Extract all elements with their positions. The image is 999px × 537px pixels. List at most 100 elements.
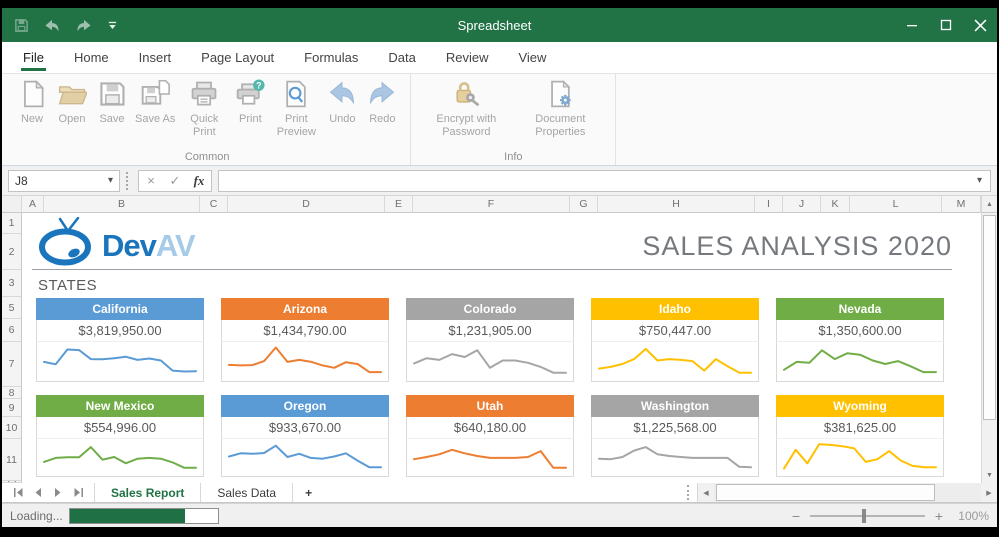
zoom-control: − + 100% xyxy=(790,508,989,524)
ribbon-open-button[interactable]: Open xyxy=(55,79,89,126)
column-header-k[interactable]: K xyxy=(821,196,850,213)
scroll-up-icon[interactable]: ▲ xyxy=(981,196,997,213)
select-all-corner[interactable] xyxy=(2,196,22,213)
row-header-11[interactable]: 11 xyxy=(2,439,22,481)
row-header-6[interactable]: 6 xyxy=(2,319,22,342)
horizontal-scrollbar-thumb[interactable] xyxy=(716,484,935,501)
previous-sheet-button[interactable] xyxy=(30,486,46,500)
tab-scroll-splitter[interactable] xyxy=(687,485,695,500)
close-button[interactable] xyxy=(963,8,997,42)
state-card-title: Oregon xyxy=(221,395,389,417)
column-header-j[interactable]: J xyxy=(783,196,821,213)
sparkline-chart xyxy=(222,342,388,381)
zoom-slider-handle[interactable] xyxy=(862,509,866,523)
quick-save-icon[interactable] xyxy=(14,18,29,33)
ribbon-tab-strip: FileHomeInsertPage LayoutFormulasDataRev… xyxy=(2,42,997,74)
scroll-right-icon[interactable]: ▶ xyxy=(981,483,997,502)
column-header-a[interactable]: A xyxy=(22,196,44,213)
last-sheet-button[interactable] xyxy=(70,486,86,500)
vertical-scrollbar[interactable]: ▼ xyxy=(981,213,997,483)
horizontal-scrollbar[interactable]: ◀ ▶ xyxy=(697,483,997,502)
menu-tab-review[interactable]: Review xyxy=(431,42,504,73)
minimize-button[interactable] xyxy=(895,8,929,42)
column-header-m[interactable]: M xyxy=(942,196,981,213)
row-header-5[interactable]: 5 xyxy=(2,297,22,319)
row-header-9[interactable]: 9 xyxy=(2,399,22,417)
ribbon-save-as-button[interactable]: Save As xyxy=(135,79,175,126)
column-header-d[interactable]: D xyxy=(228,196,385,213)
row-header-3[interactable]: 3 xyxy=(2,270,22,297)
name-box[interactable]: J8 ▾ xyxy=(8,170,120,192)
row-header-1[interactable]: 1 xyxy=(2,213,22,234)
quick-redo-icon[interactable] xyxy=(75,18,93,33)
sparkline-chart xyxy=(407,342,573,381)
title-bar[interactable]: Spreadsheet xyxy=(2,8,997,42)
section-label: STATES xyxy=(38,277,97,294)
column-header-l[interactable]: L xyxy=(850,196,942,213)
sheet-tab-sales-data[interactable]: Sales Data xyxy=(201,483,293,502)
ribbon-group-common: NewOpenSaveSave AsQuick Print?PrintPrint… xyxy=(4,74,411,165)
horizontal-scroll-track[interactable] xyxy=(714,483,981,502)
ribbon-save-button[interactable]: Save xyxy=(95,79,129,126)
vertical-scrollbar-thumb[interactable] xyxy=(983,215,996,420)
ribbon-quick-print-button[interactable]: Quick Print xyxy=(181,79,227,138)
scroll-left-icon[interactable]: ◀ xyxy=(698,483,714,502)
insert-function-button[interactable]: fx xyxy=(187,173,211,189)
ribbon-encrypt-with-password-button[interactable]: Encrypt with Password xyxy=(422,79,510,138)
ribbon-document-properties-button[interactable]: Document Properties xyxy=(516,79,604,138)
menu-tab-insert[interactable]: Insert xyxy=(124,42,187,73)
ribbon-print-button[interactable]: ?Print xyxy=(233,79,267,126)
add-sheet-button[interactable]: + xyxy=(293,483,324,502)
ribbon-print-preview-button[interactable]: Print Preview xyxy=(273,79,319,138)
formula-input[interactable]: ▾ xyxy=(218,170,991,192)
ribbon-new-button[interactable]: New xyxy=(15,79,49,126)
menu-tab-data[interactable]: Data xyxy=(373,42,430,73)
maximize-button[interactable] xyxy=(929,8,963,42)
state-card-sparkline xyxy=(36,439,204,477)
formula-bar-splitter[interactable] xyxy=(126,172,132,190)
customize-toolbar-dropdown-icon[interactable] xyxy=(107,20,118,31)
column-header-c[interactable]: C xyxy=(200,196,228,213)
scroll-down-icon[interactable]: ▼ xyxy=(982,467,997,483)
zoom-out-button[interactable]: − xyxy=(790,508,802,524)
state-card-value: $640,180.00 xyxy=(406,417,574,439)
window-title: Spreadsheet xyxy=(132,18,857,33)
row-header-7[interactable]: 7 xyxy=(2,342,22,387)
ribbon-encrypt-with-password-label: Encrypt with Password xyxy=(422,113,510,138)
sheet-canvas[interactable]: DevAV SALES ANALYSIS 2020 STATES Califor… xyxy=(22,213,981,483)
column-header-e[interactable]: E xyxy=(385,196,413,213)
namebox-dropdown-icon[interactable]: ▾ xyxy=(108,175,113,186)
state-card-sparkline xyxy=(591,439,759,477)
sparkline-chart xyxy=(222,439,388,476)
formula-expand-icon[interactable]: ▾ xyxy=(977,175,982,186)
column-header-g[interactable]: G xyxy=(570,196,598,213)
next-sheet-button[interactable] xyxy=(50,486,66,500)
row-header-10[interactable]: 10 xyxy=(2,417,22,439)
menu-tab-file[interactable]: File xyxy=(8,42,59,73)
menu-tab-view[interactable]: View xyxy=(503,42,561,73)
state-card-nevada: Nevada$1,350,600.00 xyxy=(776,298,944,382)
column-header-f[interactable]: F xyxy=(413,196,570,213)
report-title: SALES ANALYSIS 2020 xyxy=(642,231,952,262)
first-sheet-button[interactable] xyxy=(10,486,26,500)
column-header-i[interactable]: I xyxy=(755,196,783,213)
column-header-h[interactable]: H xyxy=(598,196,755,213)
column-header-b[interactable]: B xyxy=(44,196,200,213)
zoom-in-button[interactable]: + xyxy=(933,508,945,524)
quick-undo-icon[interactable] xyxy=(43,18,61,33)
row-header-8[interactable]: 8 xyxy=(2,387,22,399)
sparkline-chart xyxy=(777,342,943,381)
loading-progress-bar xyxy=(69,508,219,524)
menu-tab-home[interactable]: Home xyxy=(59,42,124,73)
row-header-2[interactable]: 2 xyxy=(2,234,22,270)
cancel-entry-button[interactable]: × xyxy=(139,173,163,188)
sheet-tab-sales-report[interactable]: Sales Report xyxy=(94,483,201,502)
confirm-entry-button[interactable]: ✓ xyxy=(163,173,187,189)
menu-tab-page-layout[interactable]: Page Layout xyxy=(186,42,289,73)
state-card-sparkline xyxy=(776,342,944,382)
ribbon-redo-button[interactable]: Redo xyxy=(365,79,399,126)
ribbon-group-label: Info xyxy=(411,151,615,163)
menu-tab-formulas[interactable]: Formulas xyxy=(289,42,373,73)
zoom-slider[interactable] xyxy=(810,515,925,517)
ribbon-undo-button[interactable]: Undo xyxy=(325,79,359,126)
